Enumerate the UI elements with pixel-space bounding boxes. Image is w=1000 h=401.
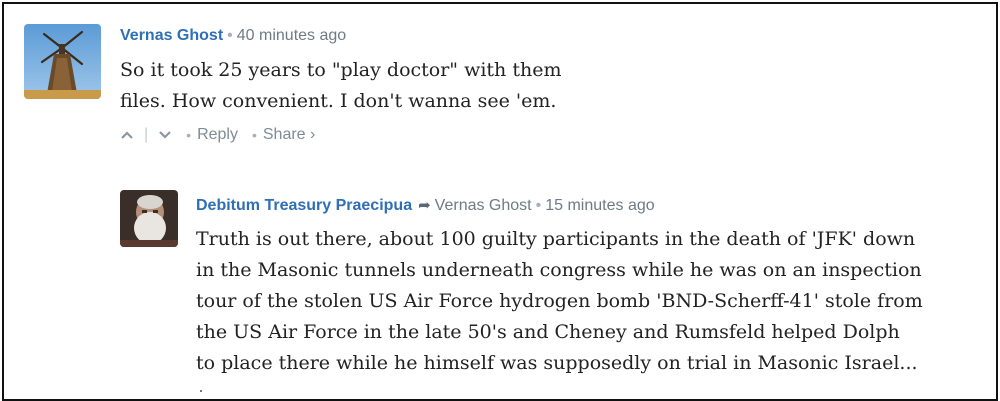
avatar-vernas-ghost[interactable]: [24, 24, 101, 99]
reply-arrow-icon: ➦: [418, 197, 431, 214]
reply-meta: Debitum Treasury Praecipua ➦ Vernas Ghost •…: [196, 196, 655, 215]
action-separator: •: [251, 127, 257, 143]
comment-meta: Vernas Ghost • 40 minutes ago: [120, 27, 346, 45]
comment-timestamp[interactable]: 40 minutes ago: [237, 27, 346, 44]
reply-button[interactable]: Reply: [197, 126, 238, 144]
comment-line: Truth is out there, about 100 guilty par…: [196, 228, 916, 250]
comment-actions: | • Reply • Share ›: [120, 126, 315, 144]
comment-body: So it took 25 years to "play doctor" wit…: [120, 55, 561, 117]
comment-line: files. How convenient. I don't wanna see…: [120, 90, 557, 112]
comment-line: in the Masonic tunnels underneath congre…: [196, 259, 922, 281]
comment-author[interactable]: Debitum Treasury Praecipua: [196, 197, 412, 214]
avatar-debitum-treasury-praecipua[interactable]: [120, 190, 178, 247]
reply-to-author[interactable]: Vernas Ghost: [435, 197, 532, 214]
action-separator: •: [186, 127, 192, 143]
share-button[interactable]: Share ›: [263, 126, 315, 144]
comment-timestamp[interactable]: 15 minutes ago: [545, 197, 654, 214]
meta-separator: •: [535, 197, 542, 214]
comment-author[interactable]: Vernas Ghost: [120, 27, 223, 44]
comment-line: the US Air Force in the late 50's and Ch…: [196, 321, 900, 343]
reply-body: Truth is out there, about 100 guilty par…: [196, 224, 923, 379]
chevron-down-icon[interactable]: [158, 127, 172, 144]
comment-line: So it took 25 years to "play doctor" wit…: [120, 59, 562, 81]
comment-thread: Vernas Ghost • 40 minutes ago So it took 2…: [2, 2, 998, 401]
comment-line: to place there while he himself was supp…: [196, 352, 918, 374]
chevron-up-icon[interactable]: [120, 127, 134, 144]
truncation-dot: [200, 390, 202, 392]
meta-separator: •: [227, 27, 233, 44]
windmill-avatar-image: [24, 24, 101, 99]
bearded-man-avatar-image: [120, 190, 178, 247]
vote-divider: |: [144, 126, 149, 143]
comment-line: tour of the stolen US Air Force hydrogen…: [196, 290, 923, 312]
